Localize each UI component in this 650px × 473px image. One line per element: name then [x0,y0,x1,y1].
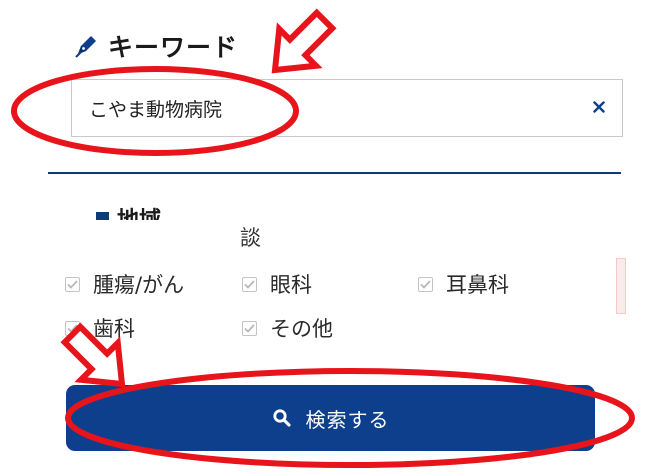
keyword-field[interactable] [71,79,623,137]
checkbox[interactable] [242,276,257,292]
category-label: 耳鼻科 [446,273,509,297]
check-icon [244,323,255,333]
category-checkbox-dental[interactable]: 歯科 [65,313,135,343]
check-icon [67,279,78,289]
search-button-label: 検索する [305,407,390,432]
section-divider [48,172,621,174]
category-checkbox-ent[interactable]: 耳鼻科 [418,269,509,299]
keyword-heading: キーワード [72,28,238,64]
checkbox[interactable] [65,320,80,336]
partial-text-label: 談 [240,226,261,250]
category-checkbox-tumor[interactable]: 腫瘍/がん [65,269,184,299]
category-label: 腫瘍/がん [93,273,185,297]
section-marker-icon [96,212,109,220]
category-checkbox-eye[interactable]: 眼科 [242,269,312,299]
search-icon [272,409,291,427]
category-checkbox-other[interactable]: その他 [242,313,333,343]
scrollbar[interactable] [616,258,626,314]
checkbox[interactable] [242,320,257,336]
close-icon[interactable] [593,101,605,113]
keyword-input[interactable] [89,88,569,128]
check-icon [244,279,255,289]
category-label: その他 [270,317,333,341]
check-icon [420,279,431,289]
checkbox[interactable] [65,276,80,292]
region-heading: 地域 [96,206,161,220]
region-label: 地域 [117,210,161,221]
checkbox[interactable] [418,276,433,292]
search-button[interactable]: 検索する [66,385,595,451]
pen-icon [75,36,96,58]
partial-text: 談 [240,222,261,252]
annotation-arrow-top [271,8,337,74]
keyword-label: キーワード [108,33,239,62]
check-icon [67,323,78,333]
category-label: 眼科 [270,273,312,297]
clear-button[interactable] [588,96,610,118]
category-label: 歯科 [93,317,135,341]
